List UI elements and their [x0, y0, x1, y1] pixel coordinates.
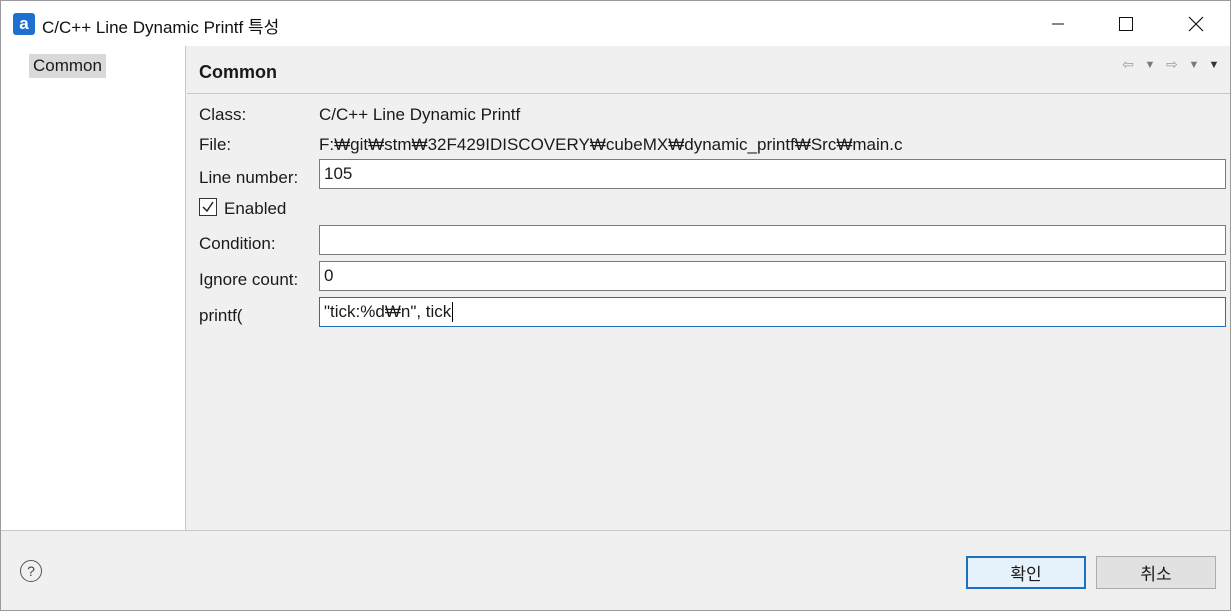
forward-dropdown-icon[interactable]: ▼ [1188, 59, 1200, 71]
app-icon-letter: a [19, 13, 29, 33]
file-value: F:₩git₩stm₩32F429IDISCOVERY₩cubeMX₩dynam… [319, 135, 903, 154]
property-page: Common ⇦ ▼ ⇨ ▼ ▼ Class: C/C++ Line Dynam… [187, 46, 1230, 530]
back-arrow-icon[interactable]: ⇦ [1120, 56, 1136, 73]
condition-label: Condition: [199, 234, 276, 253]
printf-label: printf( [199, 306, 243, 325]
properties-dialog: a C/C++ Line Dynamic Printf 특성 Common Co… [0, 0, 1231, 611]
cancel-button[interactable]: 취소 [1096, 556, 1216, 589]
title-bar: a C/C++ Line Dynamic Printf 특성 [1, 1, 1230, 46]
file-label: File: [199, 135, 232, 154]
property-page-list: Common [1, 46, 186, 530]
enabled-checkbox[interactable] [199, 198, 217, 216]
line-number-label: Line number: [199, 168, 299, 187]
forward-arrow-icon[interactable]: ⇨ [1164, 56, 1180, 73]
button-bar: ? 확인 취소 [1, 530, 1230, 610]
ignore-count-field[interactable]: 0 [319, 261, 1226, 291]
close-button[interactable] [1162, 1, 1230, 46]
maximize-icon [1119, 16, 1133, 31]
sidebar-item-common[interactable]: Common [29, 54, 106, 78]
page-navigation: ⇦ ▼ ⇨ ▼ ▼ [1120, 56, 1220, 73]
ignore-count-label: Ignore count: [199, 270, 299, 289]
view-menu-icon[interactable]: ▼ [1208, 59, 1220, 71]
minimize-button[interactable] [1024, 1, 1092, 46]
help-icon[interactable]: ? [20, 560, 42, 582]
enabled-label: Enabled [224, 199, 287, 218]
minimize-icon [1052, 23, 1064, 24]
back-dropdown-icon[interactable]: ▼ [1144, 59, 1156, 71]
page-header: Common ⇦ ▼ ⇨ ▼ ▼ [187, 46, 1230, 94]
ok-button[interactable]: 확인 [966, 556, 1086, 589]
text-caret [452, 302, 454, 322]
condition-field[interactable] [319, 225, 1226, 255]
close-icon [1188, 16, 1204, 31]
app-icon: a [13, 13, 35, 35]
class-value: C/C++ Line Dynamic Printf [319, 105, 521, 124]
printf-field[interactable]: "tick:%d₩n", tick [319, 297, 1226, 327]
class-label: Class: [199, 105, 247, 124]
printf-value: "tick:%d₩n", tick [324, 302, 452, 321]
checkmark-icon [202, 201, 214, 213]
page-title: Common [199, 62, 277, 82]
maximize-button[interactable] [1092, 1, 1160, 46]
line-number-field[interactable]: 105 [319, 159, 1226, 189]
window-title: C/C++ Line Dynamic Printf 특성 [42, 18, 280, 37]
